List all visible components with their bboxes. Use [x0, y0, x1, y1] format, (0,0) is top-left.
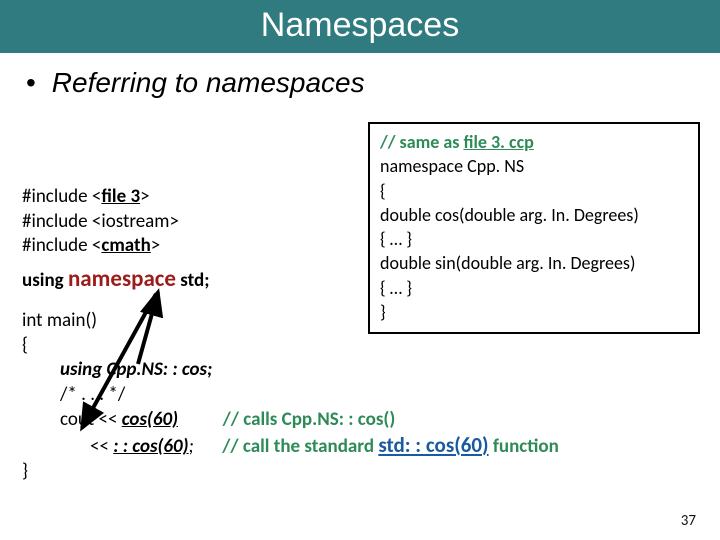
bullet-dot: • [26, 67, 44, 99]
inc1-file: file 3 [101, 185, 140, 208]
std-txt: std; [176, 269, 209, 292]
inc-line-3: #include <cmath> [22, 234, 559, 259]
std-cos-ref: std: : cos(60) [378, 432, 488, 458]
comment-stars: /* . . . */ [22, 383, 559, 408]
using-namespace-line: using namespace std; [22, 265, 559, 295]
semicolon: ; [189, 435, 194, 458]
inc3-pre: #include < [22, 234, 101, 257]
cos60-a: cos(60) [122, 408, 178, 431]
shift-op: << [90, 435, 113, 458]
inc-line-1: #include <file 3> [22, 185, 559, 210]
using-kw: using [22, 269, 64, 292]
main-sig: main() [43, 309, 97, 332]
box-line-2: namespace Cpp. NS [380, 154, 688, 178]
box-comment-1a: // same as [380, 131, 464, 153]
comment-b-pre: // call the standard [222, 435, 378, 458]
bullet-text: Referring to namespaces [52, 67, 365, 98]
cout-line-b: << : : cos(60); // call the standard std… [22, 432, 559, 460]
inc-line-2: #include <iostream> [22, 210, 559, 235]
comment-a: // calls Cpp.NS: : cos() [223, 408, 396, 431]
inc3-file: cmath [101, 234, 150, 257]
cos60-b: : : cos(60) [113, 435, 188, 458]
box-line-1: // same as file 3. ccp [380, 130, 688, 154]
using-cos: using Cpp.NS: : cos; [60, 358, 212, 381]
inc1-post: > [140, 185, 149, 208]
cout-pre: cout << [60, 408, 122, 431]
slide-title: Namespaces [0, 0, 720, 53]
inc1-pre: #include < [22, 185, 101, 208]
brace-open: { [22, 334, 559, 359]
box-comment-1b: file 3. ccp [464, 131, 534, 153]
comment-b-post: function [489, 435, 559, 458]
using-cos-line: using Cpp.NS: : cos; [22, 358, 559, 383]
main-line: int main() [22, 309, 559, 334]
inc3-post: > [151, 234, 160, 257]
page-number: 37 [681, 512, 696, 530]
namespace-kw: namespace [68, 265, 176, 293]
cout-line-a: cout << cos(60) // calls Cpp.NS: : cos() [22, 408, 559, 433]
bullet-heading: • Referring to namespaces [26, 67, 720, 99]
brace-close: } [22, 460, 559, 485]
int-kw: int [22, 309, 43, 332]
code-left-block: #include <file 3> #include <iostream> #i… [22, 185, 559, 485]
